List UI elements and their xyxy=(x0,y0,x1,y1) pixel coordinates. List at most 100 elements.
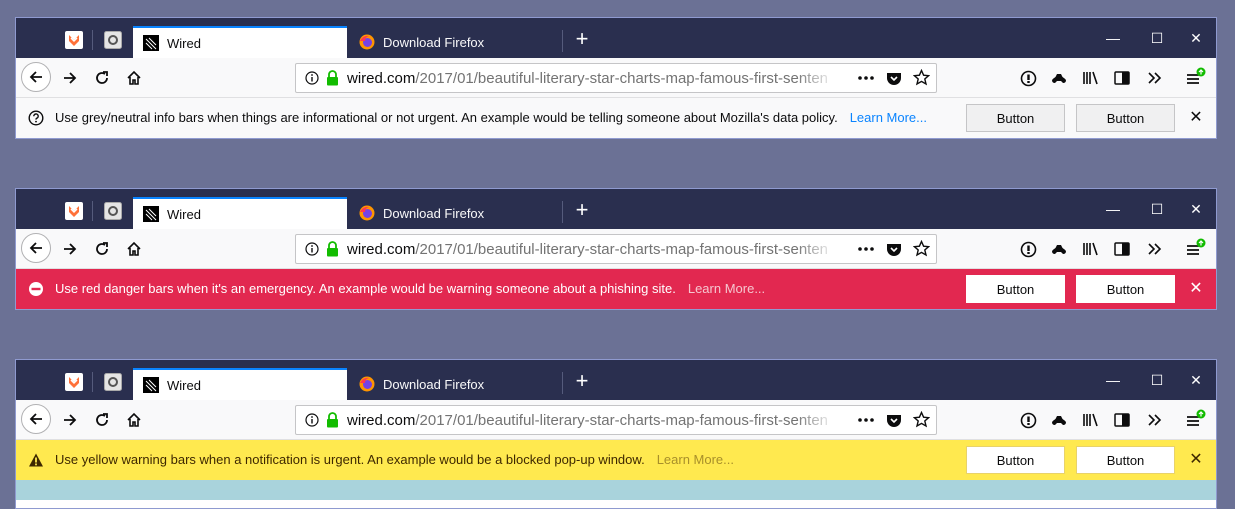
minimize-button[interactable]: — xyxy=(1103,199,1123,219)
tab-wired[interactable]: Wired xyxy=(133,197,347,229)
notification-button-2[interactable]: Button xyxy=(1076,275,1175,303)
tracking-info-button[interactable] xyxy=(1014,406,1042,434)
close-window-button[interactable]: ✕ xyxy=(1186,370,1206,390)
pinned-tab-settings[interactable] xyxy=(98,197,128,225)
url-path: /2017/01/beautiful-literary-star-charts-… xyxy=(415,241,829,258)
warning-triangle-icon xyxy=(29,453,43,467)
back-button[interactable] xyxy=(21,233,51,263)
reload-button[interactable] xyxy=(88,235,116,263)
back-button[interactable] xyxy=(21,404,51,434)
question-circle-icon xyxy=(28,110,44,126)
notification-button-1[interactable]: Button xyxy=(966,446,1065,474)
tab-download-firefox[interactable]: Download Firefox xyxy=(349,26,561,58)
url-text[interactable]: wired.com/2017/01/beautiful-literary-sta… xyxy=(347,70,833,87)
browser-window-danger: Wired Download Firefox + — ☐ ✕ wired.com… xyxy=(15,188,1217,310)
sidebar-button[interactable] xyxy=(1108,64,1136,92)
info-circle-icon[interactable] xyxy=(305,71,319,85)
page-actions-icon[interactable] xyxy=(858,247,874,251)
info-circle-icon[interactable] xyxy=(305,413,319,427)
library-button[interactable] xyxy=(1077,406,1105,434)
private-browsing-button[interactable] xyxy=(1045,406,1073,434)
learn-more-link[interactable]: Learn More... xyxy=(688,281,765,296)
sidebar-button[interactable] xyxy=(1108,406,1136,434)
tab-download-firefox[interactable]: Download Firefox xyxy=(349,368,561,400)
url-text[interactable]: wired.com/2017/01/beautiful-literary-sta… xyxy=(347,412,833,429)
new-tab-button[interactable]: + xyxy=(572,370,592,392)
notification-button-1[interactable]: Button xyxy=(966,275,1065,303)
url-fade xyxy=(796,237,836,261)
arrow-right-icon xyxy=(64,243,77,255)
home-button[interactable] xyxy=(120,235,148,263)
double-chevron-icon xyxy=(1148,243,1162,255)
overflow-button[interactable] xyxy=(1141,406,1169,434)
pinned-tab-firefox-monitor[interactable] xyxy=(59,197,89,225)
pinned-tab-settings[interactable] xyxy=(98,26,128,54)
maximize-button[interactable]: ☐ xyxy=(1147,28,1167,48)
private-browsing-button[interactable] xyxy=(1045,235,1073,263)
back-button[interactable] xyxy=(21,62,51,92)
reload-button[interactable] xyxy=(88,64,116,92)
library-button[interactable] xyxy=(1077,64,1105,92)
pocket-icon[interactable] xyxy=(886,412,902,428)
lock-icon[interactable] xyxy=(326,70,339,86)
menu-button[interactable] xyxy=(1182,235,1210,263)
overflow-button[interactable] xyxy=(1141,235,1169,263)
tab-wired[interactable]: Wired xyxy=(133,368,347,400)
tab-strip: Wired Download Firefox + — ☐ ✕ xyxy=(16,360,1216,400)
forward-button[interactable] xyxy=(56,235,84,263)
sidebar-button[interactable] xyxy=(1108,235,1136,263)
page-actions-icon[interactable] xyxy=(858,418,874,422)
overflow-button[interactable] xyxy=(1141,64,1169,92)
home-button[interactable] xyxy=(120,64,148,92)
star-bookmark-icon[interactable] xyxy=(913,240,930,257)
maximize-button[interactable]: ☐ xyxy=(1147,199,1167,219)
home-button[interactable] xyxy=(120,406,148,434)
menu-button[interactable] xyxy=(1182,64,1210,92)
minimize-button[interactable]: — xyxy=(1103,370,1123,390)
pinned-tab-settings[interactable] xyxy=(98,368,128,396)
maximize-button[interactable]: ☐ xyxy=(1147,370,1167,390)
url-bar[interactable]: wired.com/2017/01/beautiful-literary-sta… xyxy=(295,63,937,93)
forward-button[interactable] xyxy=(56,64,84,92)
close-window-button[interactable]: ✕ xyxy=(1186,28,1206,48)
page-actions-icon[interactable] xyxy=(858,76,874,80)
lock-icon[interactable] xyxy=(326,241,339,257)
notification-button-2[interactable]: Button xyxy=(1076,446,1175,474)
close-window-button[interactable]: ✕ xyxy=(1186,199,1206,219)
url-text[interactable]: wired.com/2017/01/beautiful-literary-sta… xyxy=(347,241,833,258)
tab-wired[interactable]: Wired xyxy=(133,26,347,58)
learn-more-link[interactable]: Learn More... xyxy=(850,110,927,125)
reload-button[interactable] xyxy=(88,406,116,434)
info-circle-icon[interactable] xyxy=(305,242,319,256)
new-tab-button[interactable]: + xyxy=(572,28,592,50)
tracking-info-button[interactable] xyxy=(1014,64,1042,92)
pinned-tab-firefox-monitor[interactable] xyxy=(59,26,89,54)
fox-shield-icon xyxy=(65,31,83,49)
pocket-icon[interactable] xyxy=(886,70,902,86)
url-bar[interactable]: wired.com/2017/01/beautiful-literary-sta… xyxy=(295,234,937,264)
notification-button-2[interactable]: Button xyxy=(1076,104,1175,132)
tab-download-firefox[interactable]: Download Firefox xyxy=(349,197,561,229)
url-fade xyxy=(796,408,836,432)
lock-icon[interactable] xyxy=(326,412,339,428)
tracking-info-button[interactable] xyxy=(1014,235,1042,263)
wired-favicon-icon xyxy=(143,377,159,393)
library-icon xyxy=(1083,413,1098,427)
star-bookmark-icon[interactable] xyxy=(913,411,930,428)
private-browsing-button[interactable] xyxy=(1045,64,1073,92)
menu-button[interactable] xyxy=(1182,406,1210,434)
learn-more-link[interactable]: Learn More... xyxy=(657,452,734,467)
pinned-tab-firefox-monitor[interactable] xyxy=(59,368,89,396)
notification-close-icon[interactable]: ✕ xyxy=(1188,450,1204,470)
library-button[interactable] xyxy=(1077,235,1105,263)
pocket-icon[interactable] xyxy=(886,241,902,257)
notification-close-icon[interactable]: ✕ xyxy=(1188,279,1204,299)
minimize-button[interactable]: — xyxy=(1103,28,1123,48)
url-bar[interactable]: wired.com/2017/01/beautiful-literary-sta… xyxy=(295,405,937,435)
forward-button[interactable] xyxy=(56,406,84,434)
notification-close-icon[interactable]: ✕ xyxy=(1188,108,1204,128)
notification-button-1[interactable]: Button xyxy=(966,104,1065,132)
tab-label: Wired xyxy=(167,206,201,222)
star-bookmark-icon[interactable] xyxy=(913,69,930,86)
new-tab-button[interactable]: + xyxy=(572,199,592,221)
